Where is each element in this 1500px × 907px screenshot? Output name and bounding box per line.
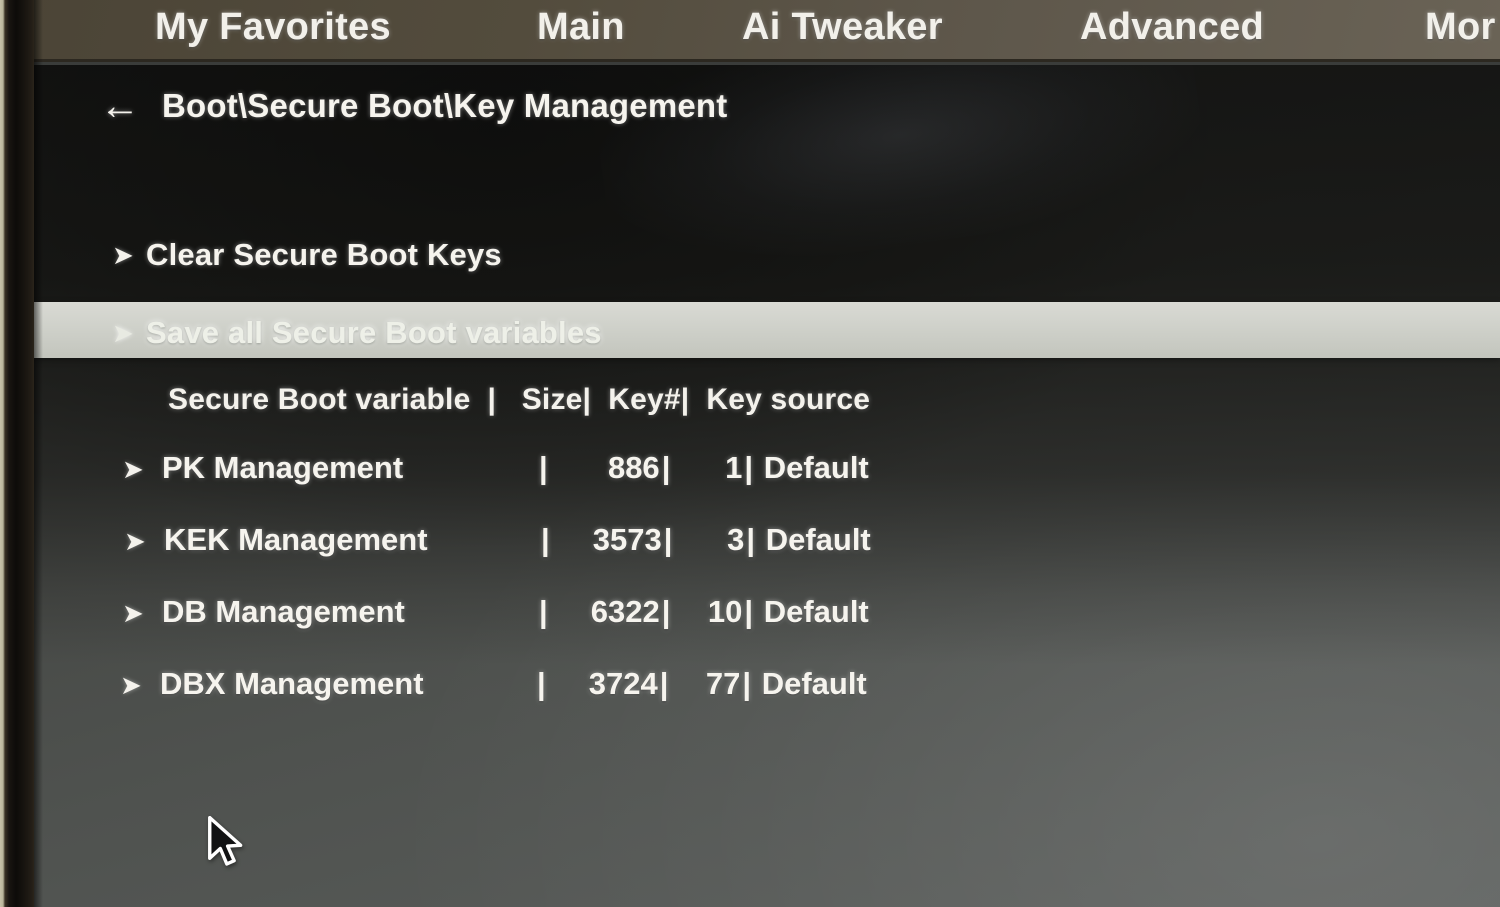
chevron-right-icon: ➤ (112, 239, 134, 270)
variable-key-count: 3 (727, 522, 745, 557)
variable-name: DBX Management (160, 666, 424, 701)
variable-name: DB Management (162, 594, 405, 629)
variable-key-count: 10 (707, 594, 743, 629)
table-column-header: Secure Boot variable | Size| Key#| Key s… (168, 383, 871, 416)
back-arrow-icon[interactable]: ← (100, 86, 140, 126)
bios-screen: My Favorites Main Ai Tweaker Advanced Mo… (0, 0, 1500, 907)
chevron-right-icon: ➤ (112, 317, 134, 348)
chevron-right-icon: ➤ (120, 670, 142, 700)
variable-key-source: Default (763, 450, 869, 485)
variable-size: 3724 (588, 666, 658, 701)
table-row-db-management[interactable]: ➤ DB Management | 6322| 10| Default (122, 594, 869, 630)
chevron-right-icon: ➤ (124, 526, 146, 556)
breadcrumb-path: Boot\Secure Boot\Key Management (162, 87, 728, 124)
variable-name: PK Management (162, 450, 404, 485)
variable-key-source: Default (763, 594, 869, 629)
variable-values: | 886| 1| Default (539, 450, 869, 485)
top-navigation-bar: My Favorites Main Ai Tweaker Advanced Mo… (0, 0, 1500, 62)
table-row-pk-management[interactable]: ➤ PK Management | 886| 1| Default (122, 450, 869, 486)
variable-name: KEK Management (164, 522, 428, 557)
nav-tab-list: My Favorites Main Ai Tweaker Advanced Mo… (0, 0, 1500, 59)
variable-key-source: Default (761, 666, 867, 701)
menu-item-label: Save all Secure Boot variables (146, 315, 602, 350)
monitor-bezel (0, 0, 34, 907)
nav-tab-main[interactable]: Main (537, 6, 625, 49)
variable-key-count: 77 (705, 666, 741, 701)
variable-values: | 3724| 77| Default (537, 666, 867, 701)
nav-tab-more[interactable]: Mor (1425, 6, 1496, 49)
variable-values: | 3573| 3| Default (541, 522, 871, 557)
variable-key-source: Default (765, 522, 871, 557)
chevron-right-icon: ➤ (122, 598, 144, 628)
variable-key-count: 1 (725, 450, 743, 485)
menu-item-label: Clear Secure Boot Keys (146, 237, 502, 272)
chevron-right-icon: ➤ (122, 454, 144, 484)
variable-size: 6322 (590, 594, 660, 629)
variable-values: | 6322| 10| Default (539, 594, 869, 629)
breadcrumb[interactable]: ← Boot\Secure Boot\Key Management (100, 86, 728, 126)
nav-tab-my-favorites[interactable]: My Favorites (155, 6, 391, 49)
variable-size: 3573 (592, 522, 662, 557)
table-row-kek-management[interactable]: ➤ KEK Management | 3573| 3| Default (124, 522, 871, 558)
content-panel: ← Boot\Secure Boot\Key Management ➤ Clea… (0, 65, 1500, 907)
screen-vignette (0, 65, 1500, 665)
mouse-cursor-icon (208, 816, 243, 866)
variable-size: 886 (607, 450, 660, 485)
menu-item-save-all-secure-boot-variables[interactable]: ➤ Save all Secure Boot variables (112, 315, 602, 351)
table-row-dbx-management[interactable]: ➤ DBX Management | 3724| 77| Default (120, 666, 867, 702)
nav-tab-advanced[interactable]: Advanced (1080, 6, 1264, 49)
nav-tab-ai-tweaker[interactable]: Ai Tweaker (742, 6, 943, 49)
menu-item-clear-secure-boot-keys[interactable]: ➤ Clear Secure Boot Keys (112, 237, 502, 273)
